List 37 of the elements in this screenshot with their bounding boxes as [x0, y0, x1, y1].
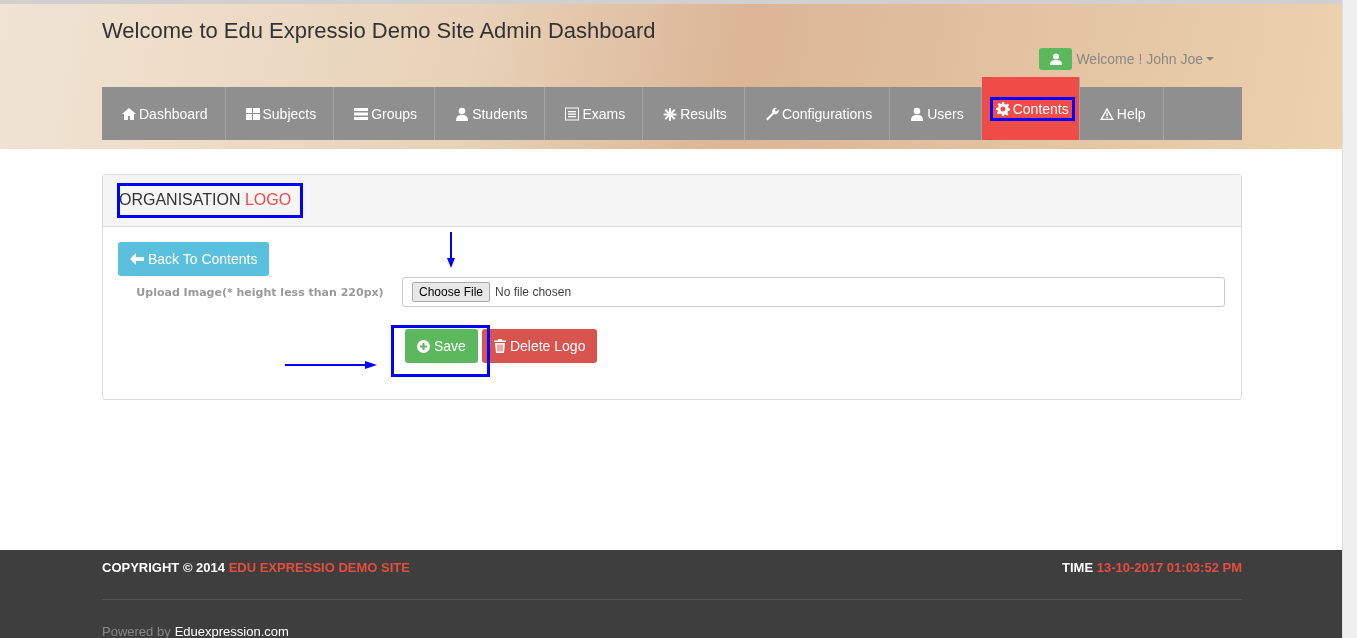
delete-button[interactable]: Delete Logo — [481, 329, 598, 363]
panel-title: ORGANISATION LOGO — [117, 183, 304, 218]
trash-icon — [493, 339, 506, 353]
nav-tab[interactable]: Exams — [545, 87, 644, 140]
home-icon — [122, 106, 136, 121]
powered-by-link[interactable]: Eduexpression.com — [174, 624, 289, 638]
user-icon[interactable] — [1039, 48, 1073, 70]
copyright-text: COPYRIGHT © 2014 EDU EXPRESSIO DEMO SITE — [102, 560, 410, 575]
nav-tab[interactable]: Results — [643, 87, 745, 140]
nav-tab[interactable]: Users — [890, 87, 982, 140]
user-icon — [910, 106, 925, 121]
nav-tab[interactable]: Configurations — [744, 87, 891, 140]
nav-tab[interactable]: Contents — [981, 77, 1080, 140]
document-icon — [565, 106, 580, 121]
powered-by-text: Powered by — [102, 624, 171, 638]
scrollbar[interactable] — [1342, 0, 1357, 638]
user-icon — [455, 106, 470, 121]
time-text: TIME 13-10-2017 01:03:52 PM — [1062, 560, 1242, 575]
upload-label: Upload Image(* height less than 220px) — [135, 285, 385, 299]
warning-icon — [1099, 106, 1114, 121]
gear-icon — [995, 101, 1010, 116]
nav-tab[interactable]: Groups — [334, 87, 436, 140]
back-button[interactable]: Back To Contents — [118, 242, 270, 276]
user-menu[interactable]: Welcome ! John Joe — [1076, 51, 1214, 67]
nav-tab[interactable]: Help — [1079, 87, 1164, 140]
grid-icon — [245, 106, 260, 121]
list-icon — [354, 106, 369, 121]
wrench-icon — [764, 106, 779, 121]
asterisk-icon — [663, 106, 678, 121]
nav-tab[interactable]: Dashboard — [102, 87, 226, 140]
site-title: Welcome to Edu Expressio Demo Site Admin Dashboard — [102, 18, 657, 44]
annotation-arrow — [447, 232, 455, 268]
nav-tab[interactable]: Students — [435, 87, 546, 140]
plus-circle-icon — [417, 339, 430, 353]
nav-tab[interactable]: Subjects — [225, 87, 335, 140]
save-button[interactable]: Save — [405, 329, 478, 363]
arrow-left-icon — [130, 253, 144, 265]
